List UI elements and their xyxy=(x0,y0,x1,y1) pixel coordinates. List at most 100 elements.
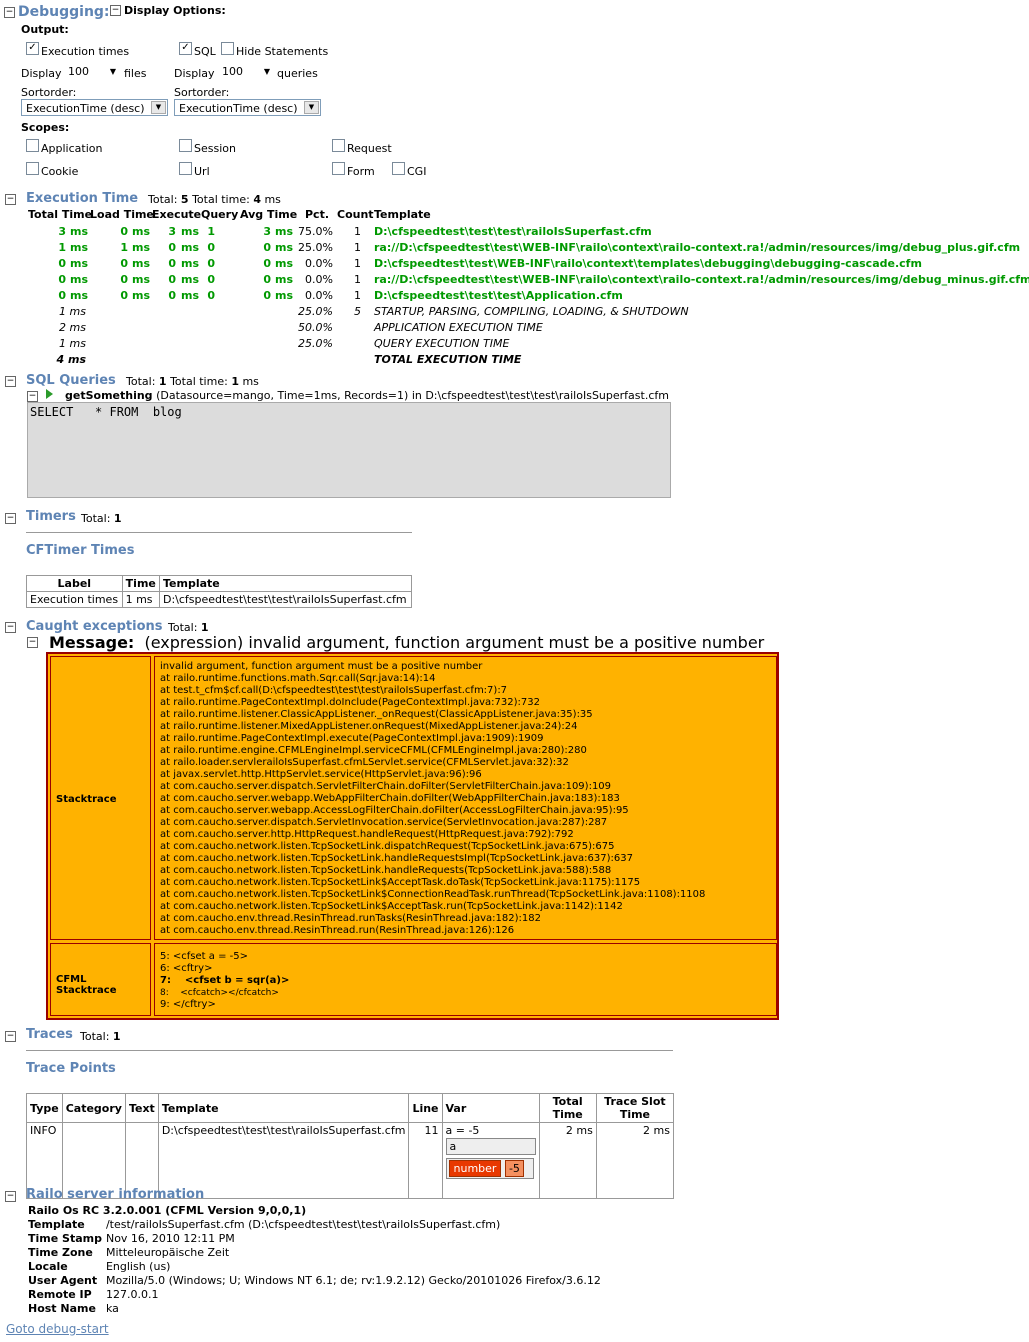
exec-template-value: ra://D:\cfspeedtest\test\WEB-INF\railo\c… xyxy=(374,241,1021,254)
total-label: Total: xyxy=(148,193,178,206)
exec-avg-unit: ms xyxy=(275,289,294,302)
hide-statements-checkbox[interactable] xyxy=(221,42,234,55)
summary-pct: 25.0% xyxy=(298,305,333,318)
chevron-down-icon: ▼ xyxy=(151,101,166,114)
divider xyxy=(26,1050,673,1051)
exec-pct-value: 0.0% xyxy=(305,257,333,270)
trace-var: a = -5 xyxy=(445,1124,480,1137)
exec-query-value: 0 xyxy=(207,273,215,286)
summary-time: 1 ms xyxy=(59,337,86,350)
summary-time: 2 ms xyxy=(59,321,86,334)
total-value: 1 xyxy=(112,1030,121,1043)
stacktrace-line: at com.caucho.server.dispatch.ServletInv… xyxy=(160,817,608,828)
cfml-stacktrace-label: CFML Stacktrace xyxy=(56,974,117,996)
scope-cookie-checkbox[interactable] xyxy=(26,162,39,175)
collapse-sql-icon[interactable]: − xyxy=(5,376,16,387)
stacktrace-label-cell: Stacktrace xyxy=(50,656,151,940)
server-key: Locale xyxy=(28,1260,68,1273)
timer-time: 1 ms xyxy=(121,591,160,608)
timer-template: D:\cfspeedtest\test\test\railoIsSuperfas… xyxy=(158,591,413,608)
traces-table: Type Category Text Template Line Var Tot… xyxy=(26,1093,675,1199)
scope-application-label: Application xyxy=(41,142,103,155)
exec-avg-unit: ms xyxy=(275,241,294,254)
var-name-box: a xyxy=(445,1138,536,1155)
server-key: Template xyxy=(28,1218,85,1231)
server-version: Railo Os RC 3.2.0.001 (CFML Version 9,0,… xyxy=(28,1204,307,1217)
sql-checkbox[interactable]: ✓ xyxy=(179,42,192,55)
scope-url-label: Url xyxy=(194,165,210,178)
scope-form-checkbox[interactable] xyxy=(332,162,345,175)
collapse-traces-icon[interactable]: − xyxy=(5,1031,16,1042)
exec-template-value: D:\cfspeedtest\test\test\railoIsSuperfas… xyxy=(374,225,652,238)
query-name: getSomething xyxy=(65,389,153,402)
table-row: Time Stamp Nov 16, 2010 12:11 PM xyxy=(28,1232,605,1246)
col-category: Category xyxy=(61,1093,126,1123)
stacktrace-line: at com.caucho.network.listen.TcpSocketLi… xyxy=(160,901,623,912)
scope-application-checkbox[interactable] xyxy=(26,139,39,152)
exec-template-value: D:\cfspeedtest\test\WEB-INF\railo\contex… xyxy=(374,257,922,270)
col-template: Template xyxy=(158,575,413,592)
exec-count-value: 1 xyxy=(354,273,361,286)
stacktrace-line: at com.caucho.network.listen.TcpSocketLi… xyxy=(160,853,633,864)
col-total-time: Total Time xyxy=(538,1093,597,1123)
summary-label: STARTUP, PARSING, COMPILING, LOADING, & … xyxy=(374,305,689,318)
stacktrace-line: at com.caucho.server.http.HttpRequest.ha… xyxy=(160,829,574,840)
stacktrace-line: at railo.runtime.listener.ClassicAppList… xyxy=(160,709,593,720)
stacktrace-content: invalid argument, function argument must… xyxy=(154,656,777,940)
cftimer-title: CFTimer Times xyxy=(26,543,135,558)
exec-times-checkbox[interactable]: ✓ xyxy=(26,42,39,55)
table-row: Locale English (us) xyxy=(28,1260,605,1274)
exec-pct-value: 75.0% xyxy=(298,225,333,238)
stacktrace-line: at railo.loader.servlerailoIsSuperfast.c… xyxy=(160,757,569,768)
scope-session-checkbox[interactable] xyxy=(179,139,192,152)
timers-title: Timers xyxy=(26,509,76,524)
total-value: 1 xyxy=(158,375,167,388)
exec-load-value: 0 xyxy=(120,289,128,302)
play-icon xyxy=(46,389,53,399)
queries-select[interactable]: 100 ▼ xyxy=(218,63,274,80)
scope-cgi-checkbox[interactable] xyxy=(392,162,405,175)
debugging-title: Debugging: xyxy=(18,4,110,20)
sortorder-label-1: Sortorder: xyxy=(21,86,77,99)
collapse-message-icon[interactable]: − xyxy=(27,637,38,648)
stacktrace-line: at com.caucho.network.listen.TcpSocketLi… xyxy=(160,841,615,852)
exec-load-value: 0 xyxy=(120,257,128,270)
traces-title: Traces xyxy=(26,1027,73,1042)
collapse-exceptions-icon[interactable]: − xyxy=(5,622,16,633)
exec-execute-value: 0 xyxy=(168,273,176,286)
col-execute: Execute xyxy=(152,208,202,221)
sortorder-select-2[interactable]: ExecutionTime (desc) ▼ xyxy=(174,99,321,116)
exception-box: Stacktrace invalid argument, function ar… xyxy=(46,652,779,1020)
display-files-label: Display xyxy=(21,67,62,80)
chevron-down-icon: ▼ xyxy=(263,67,270,76)
stacktrace-line: at railo.runtime.listener.MixedAppListen… xyxy=(160,721,578,732)
exec-load-value: 0 xyxy=(120,273,128,286)
collapse-query-icon[interactable]: − xyxy=(27,391,38,402)
collapse-server-icon[interactable]: − xyxy=(5,1191,16,1202)
exception-message: Message: (expression) invalid argument, … xyxy=(49,633,764,652)
sortorder-select-1[interactable]: ExecutionTime (desc) ▼ xyxy=(21,99,168,116)
unit: ms xyxy=(264,193,281,206)
summary-label: TOTAL EXECUTION TIME xyxy=(374,353,522,366)
collapse-debugging-icon[interactable]: − xyxy=(4,7,15,18)
scope-request-checkbox[interactable] xyxy=(332,139,345,152)
total-time-label: Total time: xyxy=(192,193,250,206)
total-time-value: 1 xyxy=(231,375,239,388)
exec-count-value: 1 xyxy=(354,225,361,238)
files-select[interactable]: 100 ▼ xyxy=(64,63,120,80)
scope-url-checkbox[interactable] xyxy=(179,162,192,175)
files-suffix: files xyxy=(124,67,147,80)
scope-request-label: Request xyxy=(347,142,392,155)
sql-title: SQL Queries xyxy=(26,373,116,388)
table-row: User Agent Mozilla/5.0 (Windows; U; Windo… xyxy=(28,1274,605,1288)
col-query: Query xyxy=(201,208,239,221)
queries-value: 100 xyxy=(222,65,243,78)
cfml-line: 9: </cftry> xyxy=(160,999,216,1010)
goto-debug-start-link[interactable]: Goto debug-start xyxy=(6,1322,109,1336)
collapse-timers-icon[interactable]: − xyxy=(5,513,16,524)
col-slot-time: Trace Slot Time xyxy=(595,1093,675,1123)
collapse-display-options-icon[interactable]: − xyxy=(110,5,121,16)
exec-load-value: 1 xyxy=(120,241,128,254)
collapse-execution-icon[interactable]: − xyxy=(5,194,16,205)
stacktrace-line: at com.caucho.network.listen.TcpSocketLi… xyxy=(160,865,612,876)
